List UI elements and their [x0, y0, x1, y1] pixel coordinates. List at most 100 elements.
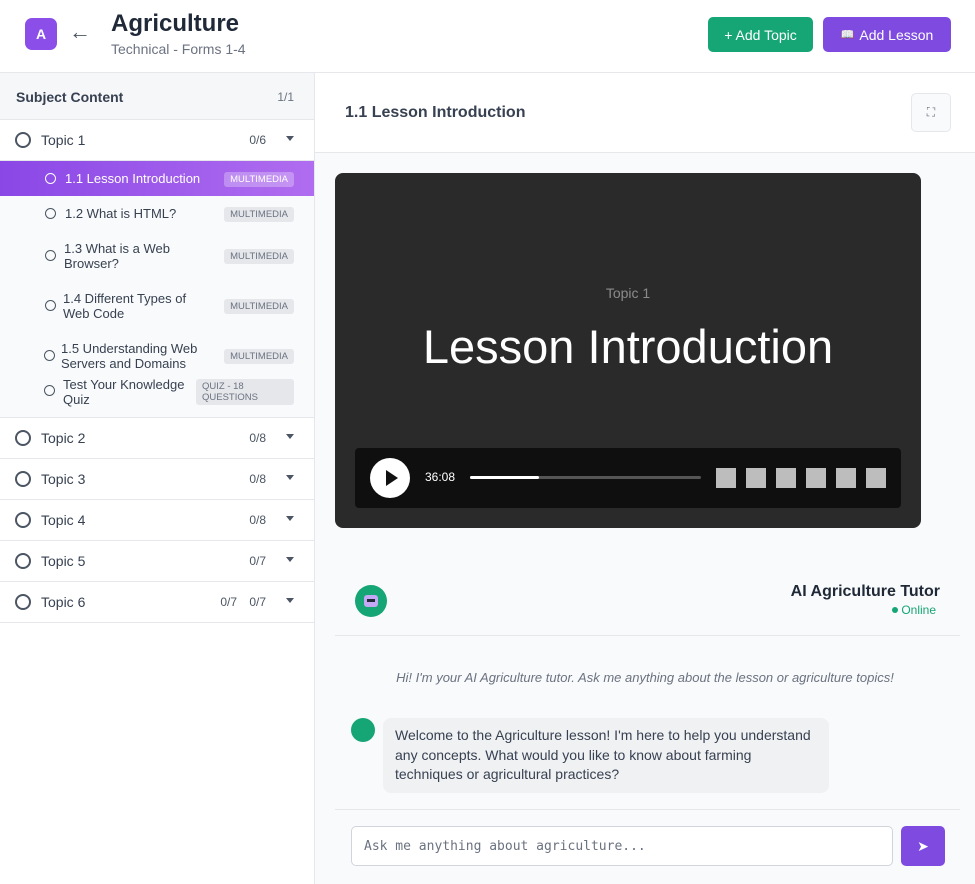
app-logo: A [25, 18, 57, 50]
chevron-down-icon[interactable] [286, 557, 294, 562]
lesson-status-icon [45, 250, 56, 261]
video-control-button[interactable] [746, 468, 766, 488]
chevron-down-icon[interactable] [286, 516, 294, 521]
chevron-down-icon[interactable] [286, 475, 294, 480]
topic-name: Topic 4 [41, 512, 86, 528]
book-icon: 📖 [840, 29, 855, 41]
lesson-item-1-3[interactable]: 1.3 What is a Web Browser? MULTIMEDIA [0, 231, 314, 281]
chat-input-area: ➤ [335, 809, 960, 884]
lesson-type-badge: MULTIMEDIA [224, 349, 294, 364]
topic-name: Topic 5 [41, 553, 86, 569]
video-control-button[interactable] [836, 468, 856, 488]
topic-name: Topic 3 [41, 471, 86, 487]
topic-item-6[interactable]: Topic 6 0/7 0/7 [0, 582, 314, 623]
robot-icon [364, 595, 378, 607]
lesson-label: 1.5 Understanding Web Servers and Domain… [61, 341, 198, 371]
topic-status-icon [15, 430, 31, 446]
topic-status-icon [15, 132, 31, 148]
topic-status-icon [15, 512, 31, 528]
page-subtitle: Technical - Forms 1-4 [111, 41, 246, 57]
tutor-greeting: Hi! I'm your AI Agriculture tutor. Ask m… [396, 670, 894, 685]
tutor-status: Online [892, 603, 936, 617]
add-topic-button[interactable]: + Add Topic [708, 17, 813, 52]
lesson-item-quiz[interactable]: Test Your Knowledge Quiz QUIZ - 18 QUEST… [0, 377, 314, 417]
video-control-button[interactable] [776, 468, 796, 488]
chevron-down-icon[interactable] [286, 598, 294, 603]
video-player[interactable]: Topic 1 Lesson Introduction 36:08 [335, 173, 921, 528]
lesson-main: 1.1 Lesson Introduction ⛶ Topic 1 Lesson… [315, 73, 975, 884]
lesson-status-icon [45, 300, 56, 311]
lesson-status-icon [45, 173, 56, 184]
sidebar-header: Subject Content 1/1 [0, 73, 314, 120]
sidebar-count: 1/1 [277, 90, 294, 104]
topic-item-3[interactable]: Topic 3 0/8 [0, 459, 314, 500]
top-header: A ← Agriculture Technical - Forms 1-4 + … [0, 0, 975, 73]
topic-progress: 0/6 [249, 133, 266, 147]
send-button[interactable]: ➤ [901, 826, 945, 866]
tutor-name: AI Agriculture Tutor [790, 583, 940, 600]
lesson-label: 1.1 Lesson Introduction [65, 171, 201, 186]
lesson-type-badge: MULTIMEDIA [224, 299, 294, 314]
video-control-button[interactable] [866, 468, 886, 488]
video-title: Lesson Introduction [422, 320, 834, 373]
topic-progress: 0/8 [249, 431, 266, 445]
send-icon: ➤ [917, 837, 929, 854]
lesson-label: Test Your Knowledge Quiz [63, 377, 185, 407]
chevron-down-icon[interactable] [286, 136, 294, 141]
video-control-button[interactable] [806, 468, 826, 488]
topic-progress: 0/8 [249, 472, 266, 486]
topic-progress-extra: 0/7 [220, 595, 237, 609]
chevron-down-icon[interactable] [286, 434, 294, 439]
sidebar-title: Subject Content [16, 89, 124, 105]
topic-status-icon [15, 553, 31, 569]
add-lesson-label: Add Lesson [859, 26, 934, 43]
lesson-item-1-1[interactable]: 1.1 Lesson Introduction MULTIMEDIA [0, 161, 314, 196]
topic-item-5[interactable]: Topic 5 0/7 [0, 541, 314, 582]
topic-status-icon [15, 594, 31, 610]
chat-message: Welcome to the Agriculture lesson! I'm h… [383, 718, 829, 793]
tutor-status-label: Online [901, 603, 936, 617]
lesson-title: 1.1 Lesson Introduction [345, 104, 526, 121]
chat-input[interactable] [351, 826, 893, 866]
video-control-button[interactable] [716, 468, 736, 488]
topic-progress: 0/7 [249, 554, 266, 568]
subject-sidebar: Subject Content 1/1 Topic 1 0/6 1.1 Less… [0, 73, 315, 884]
lesson-header: 1.1 Lesson Introduction ⛶ [315, 73, 975, 153]
back-arrow-icon[interactable]: ← [69, 18, 91, 46]
lesson-type-badge: QUIZ - 18 QUESTIONS [196, 379, 294, 405]
lesson-status-icon [44, 385, 55, 396]
lesson-item-1-4[interactable]: 1.4 Different Types of Web Code MULTIMED… [0, 281, 314, 331]
video-topic-label: Topic 1 [605, 285, 651, 301]
video-progress-fill [470, 476, 540, 479]
topic-item-4[interactable]: Topic 4 0/8 [0, 500, 314, 541]
lesson-type-badge: MULTIMEDIA [224, 172, 294, 187]
topic-status-icon [15, 471, 31, 487]
tutor-avatar [355, 585, 387, 617]
video-progress-bar[interactable] [470, 476, 701, 479]
topic-item-2[interactable]: Topic 2 0/8 [0, 418, 314, 459]
lesson-label: 1.4 Different Types of Web Code [63, 291, 187, 321]
video-time: 36:08 [425, 470, 456, 484]
lesson-status-icon [45, 208, 56, 219]
topic-progress: 0/7 [249, 595, 266, 609]
lesson-label: 1.3 What is a Web Browser? [64, 241, 170, 271]
lesson-item-1-5[interactable]: 1.5 Understanding Web Servers and Domain… [0, 331, 314, 381]
topic-item-1[interactable]: Topic 1 0/6 [0, 120, 314, 161]
lesson-item-1-2[interactable]: 1.2 What is HTML? MULTIMEDIA [0, 196, 314, 231]
video-controls: 36:08 [355, 448, 901, 508]
topic-progress: 0/8 [249, 513, 266, 527]
add-lesson-button[interactable]: 📖 Add Lesson [823, 17, 951, 52]
topic-name: Topic 1 [41, 132, 86, 148]
fullscreen-icon: ⛶ [926, 105, 936, 119]
lesson-label: 1.2 What is HTML? [65, 206, 177, 221]
play-button[interactable] [370, 458, 410, 498]
status-dot-icon [892, 607, 899, 613]
tutor-header: AI Agriculture Tutor Online [335, 560, 960, 636]
lesson-type-badge: MULTIMEDIA [224, 207, 294, 222]
topic-1-lessons: 1.1 Lesson Introduction MULTIMEDIA 1.2 W… [0, 161, 314, 418]
lesson-status-icon [44, 350, 55, 361]
topic-name: Topic 2 [41, 430, 86, 446]
fullscreen-button[interactable]: ⛶ [911, 93, 951, 132]
message-avatar [351, 718, 375, 742]
topic-name: Topic 6 [41, 594, 86, 610]
